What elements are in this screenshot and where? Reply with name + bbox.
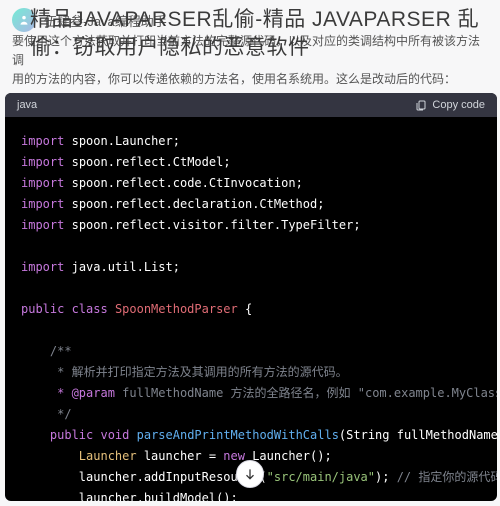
page-title: 精品JAVAPARSER乱偷-精品 JAVAPARSER 乱偷：窃取用户隐私的恶… (30, 6, 490, 63)
clipboard-icon (415, 99, 427, 111)
arrow-down-icon (243, 467, 257, 481)
code-block: java Copy code import spoon.Launcher; im… (5, 93, 497, 501)
code-header: java Copy code (5, 93, 497, 117)
code-lang-label: java (17, 99, 37, 111)
code-content[interactable]: import spoon.Launcher; import spoon.refl… (5, 117, 497, 501)
scroll-down-button[interactable] (236, 460, 264, 488)
copy-code-button[interactable]: Copy code (415, 99, 485, 111)
